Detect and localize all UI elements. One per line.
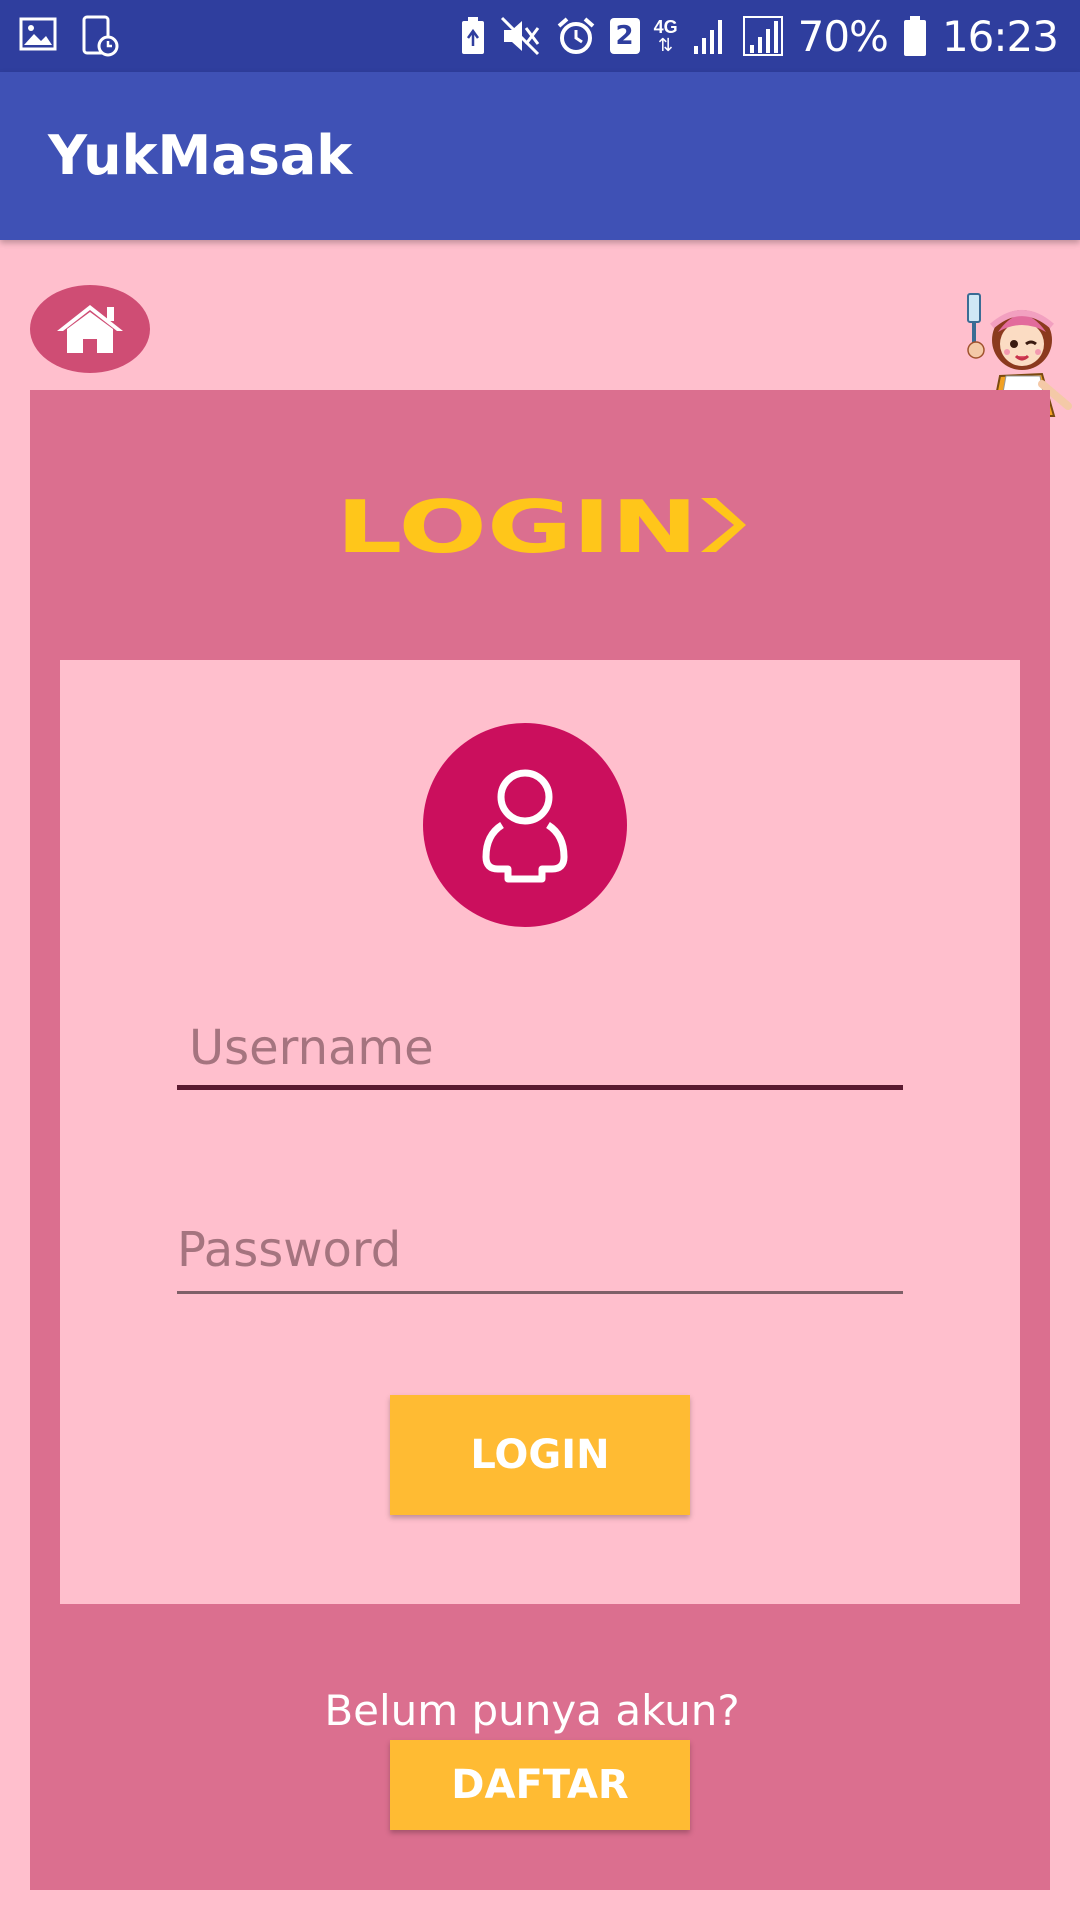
no-account-label: Belum punya akun?: [324, 1686, 740, 1735]
alarm-icon: [557, 17, 594, 54]
battery-saver-icon: [461, 17, 484, 54]
battery-icon: [903, 16, 926, 56]
signal-icon: [693, 20, 722, 54]
network-label: 4G: [653, 17, 678, 37]
login-logo: LOGIN: [336, 485, 746, 569]
sim-badge: 2: [615, 21, 634, 51]
login-logo-text: LOGIN: [336, 494, 698, 556]
username-input[interactable]: [177, 1010, 903, 1090]
status-bar: 2 4G ⇅ 70% 16:23: [0, 0, 1080, 72]
login-button[interactable]: LOGIN: [390, 1395, 690, 1515]
gallery-icon: [19, 17, 57, 51]
user-icon: [482, 769, 568, 883]
clock: 16:23: [941, 11, 1059, 61]
password-input[interactable]: [177, 1190, 903, 1294]
sim-icon: 2: [609, 18, 640, 54]
network-4g-icon: 4G ⇅: [653, 17, 678, 55]
register-button[interactable]: DAFTAR: [390, 1740, 690, 1830]
avatar: [423, 723, 627, 927]
battery-percent: 70%: [797, 11, 889, 61]
login-logo-graphic: LOGIN: [336, 485, 746, 569]
app-bar: YukMasak: [0, 72, 1080, 240]
mute-icon: [500, 16, 539, 56]
signal-icon: [742, 16, 783, 56]
home-icon: [57, 305, 123, 353]
app-title: YukMasak: [48, 124, 353, 187]
screenshot-icon: [82, 15, 119, 57]
home-button[interactable]: [30, 285, 150, 373]
